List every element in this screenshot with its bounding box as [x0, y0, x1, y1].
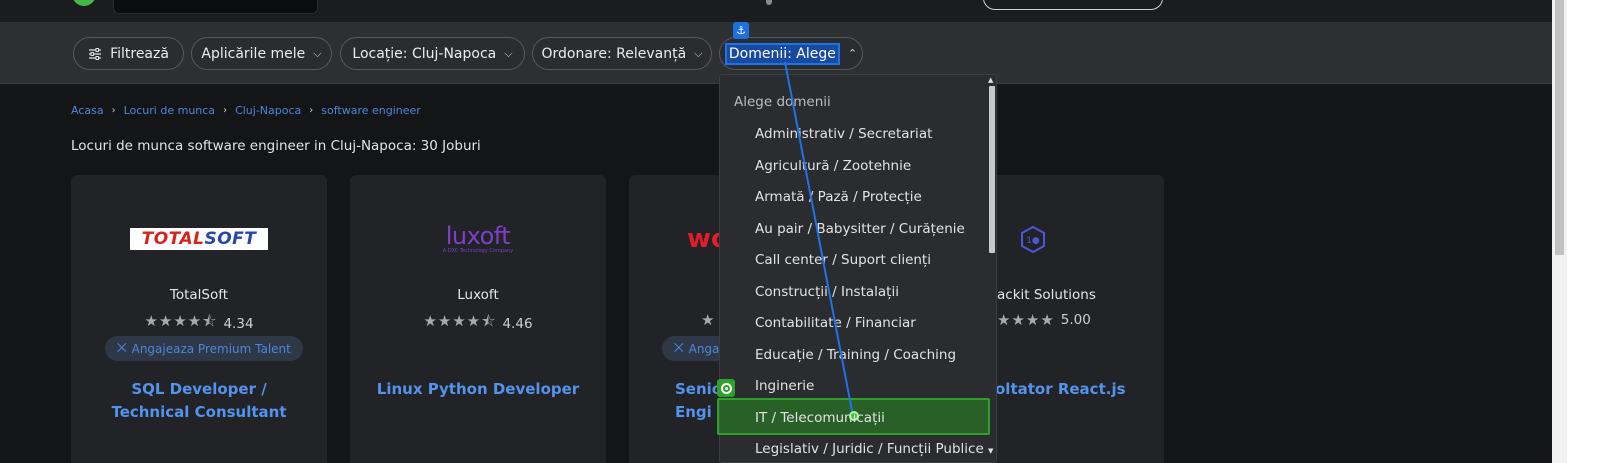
- page-scrollbar-thumb[interactable]: [1555, 0, 1564, 255]
- page-scrollbar[interactable]: [1552, 0, 1567, 463]
- domain-option-highlighted[interactable]: IT / Telecomunicații: [755, 410, 885, 426]
- window-edge: [1567, 0, 1597, 463]
- drag-path-line: [784, 61, 854, 417]
